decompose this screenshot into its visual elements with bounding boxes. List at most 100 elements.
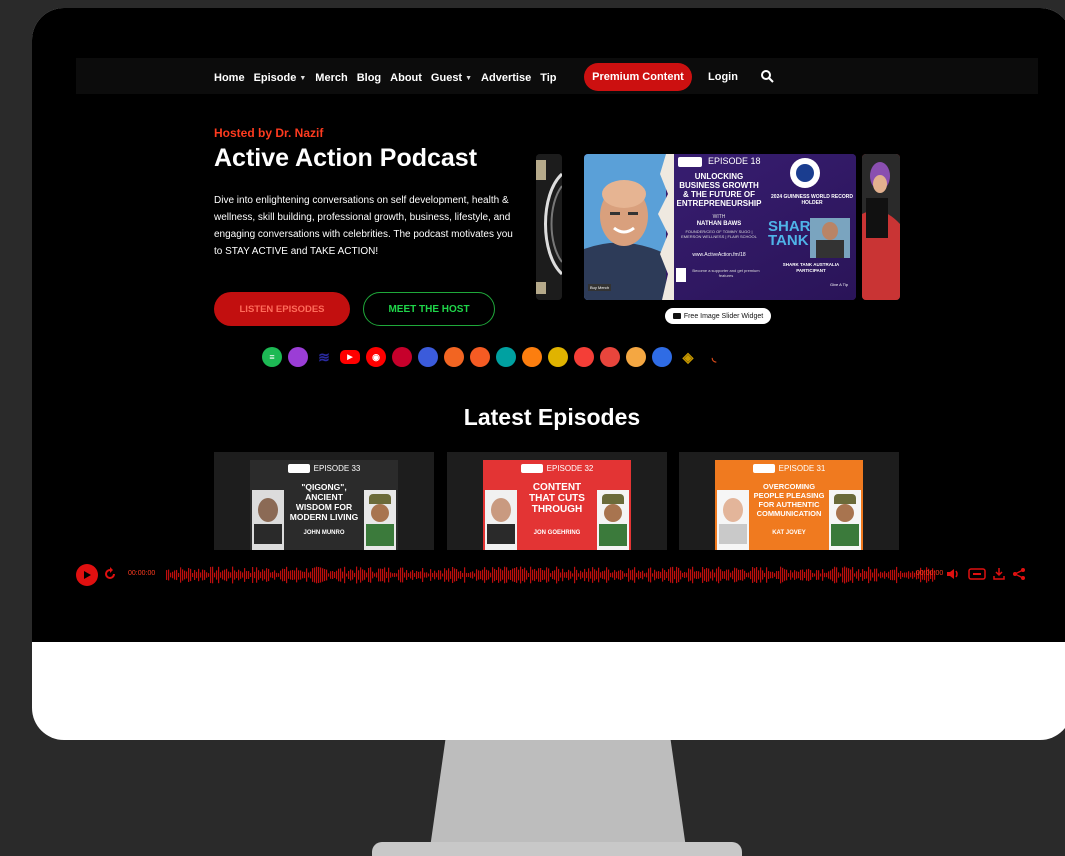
main-nav: Home Episode ▼ Merch Blog About Guest ▼ Ad… (214, 68, 565, 88)
podcast-guru-icon[interactable] (652, 347, 672, 367)
slide-episode-title: UNLOCKING BUSINESS GROWTH & THE FUTURE O… (676, 172, 762, 208)
amazon-music-icon[interactable]: ≋ (314, 347, 334, 367)
pocket-casts-icon[interactable] (496, 347, 516, 367)
youtube-icon[interactable]: ▶ (340, 350, 360, 364)
podcast-logo (678, 157, 702, 167)
widget-icon (672, 313, 681, 319)
guinness-badge-icon (790, 158, 820, 188)
audio-player: 00:00:00 00:00:00 (76, 564, 1040, 586)
episode-title: CONTENT THAT CUTS THROUGH (529, 482, 585, 515)
share-icon[interactable] (1012, 567, 1026, 581)
guest-photo (252, 490, 284, 550)
nav-merch[interactable]: Merch (315, 72, 347, 84)
download-icon[interactable] (992, 567, 1006, 581)
latest-episodes-heading: Latest Episodes (463, 404, 641, 430)
apple-podcasts-icon[interactable] (288, 347, 308, 367)
podcast-republic-icon[interactable] (600, 347, 620, 367)
website-screen: Home Episode ▼ Merch Blog About Guest ▼ Ad… (32, 8, 1065, 642)
podchaser-icon[interactable] (548, 347, 568, 367)
pocketcasts-red-icon[interactable] (574, 347, 594, 367)
premium-content-button[interactable]: Premium Content (584, 63, 692, 91)
castbox-icon[interactable] (470, 347, 490, 367)
episode-number: EPISODE 31 (778, 464, 826, 473)
host-photo (364, 490, 396, 550)
shark-tank-logo: SHARK TANK (768, 218, 822, 249)
episode-thumbnail: EPISODE 33 "QIGONG", ANCIENT WISDOM FOR … (250, 460, 398, 550)
give-tip-label: Give A Tip (830, 282, 849, 287)
slider-prev-slide[interactable] (536, 154, 562, 300)
listen-episodes-button[interactable]: LISTEN EPISODES (214, 292, 350, 326)
episode-guest: JOHN MUNRO (303, 530, 345, 536)
podcast-platforms: ≡ ≋ ▶ ◉ ◈ ◟ (262, 347, 724, 367)
castro-icon[interactable] (626, 347, 646, 367)
host-photo (829, 490, 861, 550)
host-photo (597, 490, 629, 550)
slide-with-label: WITH (712, 214, 726, 220)
slide-supporter-text: Become a supporter and get premium featu… (692, 268, 760, 278)
search-icon[interactable] (760, 69, 774, 83)
buy-merch-label: Buy Merch (588, 284, 612, 291)
podcast-logo (520, 464, 543, 473)
shark-tank-photo (810, 218, 850, 258)
spotify-icon[interactable]: ≡ (262, 347, 282, 367)
image-slider-widget-badge[interactable]: Free Image Slider Widget (665, 308, 771, 324)
playback-speed-icon[interactable] (968, 567, 986, 581)
slider-next-slide[interactable] (862, 154, 900, 300)
podcast-addict-icon[interactable] (418, 347, 438, 367)
monitor-stand (430, 740, 686, 848)
podcast-logo (287, 464, 310, 473)
play-button[interactable] (76, 564, 98, 586)
monitor-frame: Home Episode ▼ Merch Blog About Guest ▼ Ad… (32, 8, 1065, 740)
nav-episode[interactable]: Episode ▼ (254, 72, 307, 84)
meet-the-host-button[interactable]: MEET THE HOST (363, 292, 495, 326)
rss-small-icon[interactable]: ◟ (704, 347, 724, 367)
time-elapsed: 00:00:00 (128, 570, 156, 577)
chevron-down-icon: ▼ (299, 74, 307, 82)
hero-description: Dive into enlightening conversations on … (214, 195, 513, 257)
record-holder-label: 2024 GUINNESS WORLD RECORD HOLDER (771, 194, 853, 206)
player-fm-icon[interactable]: ◈ (678, 347, 698, 367)
chevron-down-icon: ▼ (465, 74, 473, 82)
play-icon (84, 571, 91, 579)
time-total: 00:00:00 (916, 570, 944, 577)
waveform-scrubber[interactable] (166, 565, 936, 585)
episode-guest: KAT JOVEY (772, 530, 806, 536)
episode-card[interactable]: EPISODE 31 OVERCOMING PEOPLE PLEASING FO… (679, 452, 899, 550)
guest-photo (717, 490, 749, 550)
nav-tip[interactable]: Tip (540, 72, 556, 84)
overcast-icon[interactable] (522, 347, 542, 367)
slide-guest-name: NATHAN BAWS (696, 221, 742, 227)
rss-icon[interactable] (444, 347, 464, 367)
guest-photo (485, 490, 517, 550)
page-title: Active Action Podcast (214, 144, 478, 172)
slider-main-slide[interactable]: EPISODE 18 UNLOCKING BUSINESS GROWTH & T… (584, 154, 856, 300)
episode-thumbnail: EPISODE 32 CONTENT THAT CUTS THROUGH JON… (483, 460, 631, 550)
hosted-by-label: Hosted by Dr. Nazif (214, 126, 324, 140)
youtube-music-icon[interactable]: ◉ (366, 347, 386, 367)
episode-number: EPISODE 32 (546, 464, 594, 473)
widget-label: Free Image Slider Widget (683, 312, 764, 320)
slide-episode-number: EPISODE 18 (708, 156, 761, 166)
replay-icon[interactable] (103, 567, 117, 581)
slide-url: www.ActiveAction.fm/18 (692, 252, 746, 258)
episode-number: EPISODE 33 (313, 464, 361, 473)
slide-guest-role: FOUNDER/CEO OF TOMMY SUGO | EMERSON WELL… (681, 229, 757, 239)
nav-about[interactable]: About (390, 72, 422, 84)
qr-code-icon (676, 268, 686, 282)
iheartradio-icon[interactable] (392, 347, 412, 367)
podcast-logo (752, 464, 775, 473)
episode-thumbnail: EPISODE 31 OVERCOMING PEOPLE PLEASING FO… (715, 460, 863, 550)
login-link[interactable]: Login (708, 71, 738, 83)
nav-home[interactable]: Home (214, 72, 245, 84)
nav-blog[interactable]: Blog (357, 72, 381, 84)
episode-card[interactable]: EPISODE 32 CONTENT THAT CUTS THROUGH JON… (447, 452, 667, 550)
shark-tank-caption: SHARK TANK AUSTRALIA PARTICIPANT (782, 262, 840, 273)
episode-title: "QIGONG", ANCIENT WISDOM FOR MODERN LIVI… (289, 482, 359, 522)
episode-card[interactable]: EPISODE 33 "QIGONG", ANCIENT WISDOM FOR … (214, 452, 434, 550)
volume-icon[interactable] (946, 567, 960, 581)
nav-guest[interactable]: Guest ▼ (431, 72, 472, 84)
monitor-base (372, 842, 742, 856)
episode-title: OVERCOMING PEOPLE PLEASING FOR AUTHENTIC… (753, 482, 825, 518)
episode-guest: JON GOEHRING (533, 530, 581, 536)
nav-advertise[interactable]: Advertise (481, 72, 531, 84)
